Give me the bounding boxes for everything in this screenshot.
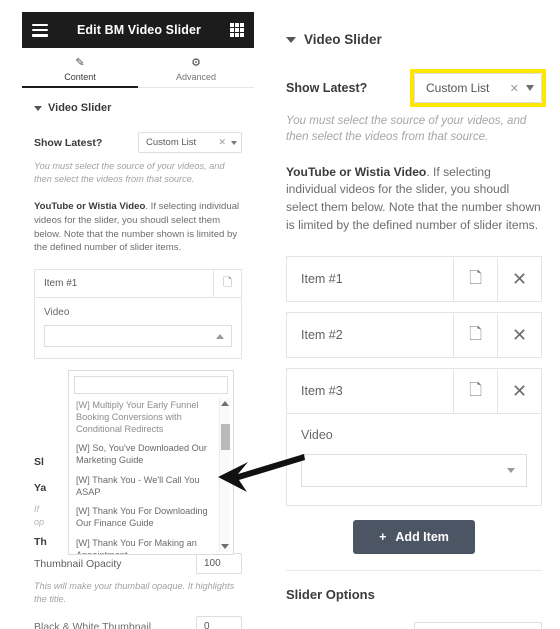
close-icon[interactable]: ✕ bbox=[497, 257, 541, 301]
list-item[interactable]: [W] Thank You For Downloading Our Financ… bbox=[74, 502, 233, 534]
right-item-header[interactable]: Item #1 🗋 ✕ bbox=[287, 257, 541, 301]
copy-icon[interactable]: 🗋 bbox=[453, 313, 497, 357]
editor-title: Edit BM Video Slider bbox=[76, 23, 201, 37]
clear-icon[interactable]: ✕ bbox=[510, 82, 519, 95]
scroll-down-icon[interactable] bbox=[221, 544, 229, 549]
left-video-dropdown: [W] Multiply Your Early Funnel Booking C… bbox=[68, 370, 234, 555]
scroll-up-icon[interactable] bbox=[221, 401, 229, 406]
right-show-latest-select[interactable]: Custom List ✕ bbox=[414, 73, 542, 103]
left-thumbnail-opacity-row: Thumbnail Opacity 100 bbox=[34, 553, 242, 574]
slider-options-title: Slider Options bbox=[286, 587, 375, 603]
add-item-row: + Add Item bbox=[286, 520, 542, 555]
right-video-label: Video bbox=[301, 428, 333, 443]
table-row: Item #1 🗋 ✕ bbox=[286, 256, 542, 303]
left-hidden-label-2: Ya bbox=[34, 482, 47, 494]
screenshot-root: Edit BM Video Slider ✎ Content ⚙ Advance… bbox=[0, 0, 560, 629]
dropdown-search-input[interactable] bbox=[74, 376, 228, 394]
right-section-title: Video Slider bbox=[304, 32, 382, 47]
right-item-body: Video bbox=[287, 413, 541, 505]
chevron-up-icon bbox=[216, 333, 224, 339]
left-hidden-label-4: op bbox=[34, 517, 45, 527]
hamburger-icon[interactable] bbox=[32, 23, 48, 37]
close-icon[interactable]: ✕ bbox=[497, 369, 541, 413]
yabber-style-select[interactable]: No Options Av ✕ bbox=[414, 622, 542, 629]
clear-icon[interactable]: ✕ bbox=[218, 137, 226, 148]
tab-advanced[interactable]: ⚙ Advanced bbox=[138, 48, 254, 87]
plus-icon: + bbox=[379, 530, 387, 545]
left-item-name: Item #1 bbox=[44, 278, 78, 290]
left-section-header[interactable]: Video Slider bbox=[34, 102, 242, 114]
copy-icon[interactable]: 🗋 bbox=[453, 369, 497, 413]
gear-icon: ⚙ bbox=[191, 56, 201, 69]
left-description-bold: YouTube or Wistia Video bbox=[34, 200, 146, 212]
pencil-icon: ✎ bbox=[75, 56, 85, 69]
chevron-down-icon bbox=[507, 468, 515, 474]
left-thumbnail-opacity-hint: This will make your thumbail opaque. It … bbox=[34, 581, 235, 605]
add-item-label: Add Item bbox=[395, 530, 449, 545]
left-show-latest-value: Custom List bbox=[146, 137, 197, 148]
left-bw-label: Black & White Thumbnail bbox=[34, 620, 152, 629]
yabber-style-row: Yabber Style No Options Av ✕ bbox=[286, 622, 542, 629]
left-panel-body: Video Slider Show Latest? Custom List ✕ … bbox=[22, 88, 254, 629]
right-show-latest-hint: You must select the source of your video… bbox=[286, 114, 527, 144]
chevron-down-icon bbox=[526, 85, 534, 91]
right-show-latest-highlight: Custom List ✕ bbox=[410, 69, 546, 107]
list-item[interactable]: [W] So, You've Downloaded Our Marketing … bbox=[74, 439, 233, 471]
list-item[interactable]: [W] Thank You For Making an Appointment bbox=[74, 534, 233, 554]
chevron-down-icon bbox=[286, 36, 296, 43]
list-item[interactable]: [W] Multiply Your Early Funnel Booking C… bbox=[74, 396, 233, 439]
close-icon[interactable]: ✕ bbox=[497, 313, 541, 357]
left-thumbnail-opacity-hint-wrap: This will make your thumbail opaque. It … bbox=[34, 580, 242, 607]
annotation-arrow bbox=[218, 454, 305, 492]
left-show-latest-label: Show Latest? bbox=[34, 136, 103, 149]
left-thumbnail-opacity-input[interactable]: 100 bbox=[196, 553, 242, 574]
left-show-latest-select[interactable]: Custom List ✕ bbox=[138, 132, 242, 153]
left-show-latest-hint: You must select the source of your video… bbox=[34, 161, 225, 185]
copy-icon[interactable]: 🗋 bbox=[213, 270, 241, 298]
left-bw-input[interactable]: 0 bbox=[196, 616, 242, 629]
right-video-select[interactable] bbox=[301, 454, 527, 488]
left-hidden-label-1: Sl bbox=[34, 456, 44, 468]
right-detail-panel: Video Slider Show Latest? Custom List ✕ … bbox=[282, 0, 560, 629]
right-show-latest-row: Show Latest? Custom List ✕ bbox=[286, 69, 546, 107]
left-video-label: Video bbox=[44, 307, 70, 319]
right-description-bold: YouTube or Wistia Video bbox=[286, 164, 427, 179]
right-item-header[interactable]: Item #3 🗋 ✕ bbox=[287, 369, 541, 413]
right-show-latest-label: Show Latest? bbox=[286, 81, 368, 95]
list-item[interactable]: [W] Thank You - We'll Call You ASAP bbox=[74, 471, 233, 503]
left-item-card: Item #1 🗋 Video bbox=[34, 269, 242, 360]
dropdown-option-list: [W] Multiply Your Early Funnel Booking C… bbox=[69, 396, 233, 554]
left-item-header[interactable]: Item #1 🗋 bbox=[35, 270, 241, 299]
copy-icon[interactable]: 🗋 bbox=[453, 257, 497, 301]
section-divider bbox=[286, 570, 542, 572]
left-show-latest-row: Show Latest? Custom List ✕ bbox=[34, 132, 242, 153]
grid-icon[interactable] bbox=[230, 23, 244, 37]
chevron-down-icon bbox=[231, 140, 237, 145]
editor-titlebar: Edit BM Video Slider bbox=[22, 12, 254, 48]
left-editor-panel: Edit BM Video Slider ✎ Content ⚙ Advance… bbox=[22, 12, 254, 629]
right-item-name: Item #1 bbox=[301, 272, 343, 287]
left-bw-row: Black & White Thumbnail 0 bbox=[34, 616, 242, 629]
scrollbar-thumb[interactable] bbox=[221, 424, 230, 450]
right-item-header[interactable]: Item #2 🗋 ✕ bbox=[287, 313, 541, 357]
left-description: YouTube or Wistia Video. If selecting in… bbox=[34, 200, 242, 256]
right-show-latest-value: Custom List bbox=[426, 81, 490, 95]
add-item-button[interactable]: + Add Item bbox=[353, 520, 475, 555]
right-item-name: Item #3 bbox=[301, 384, 343, 399]
left-thumbnail-opacity-label: Thumbnail Opacity bbox=[34, 557, 122, 570]
chevron-down-icon bbox=[34, 105, 42, 111]
tab-content[interactable]: ✎ Content bbox=[22, 48, 138, 88]
left-item-body: Video bbox=[35, 298, 241, 358]
left-section-title: Video Slider bbox=[48, 102, 112, 114]
tab-content-label: Content bbox=[64, 71, 96, 82]
table-row: Item #2 🗋 ✕ bbox=[286, 312, 542, 359]
left-video-select[interactable] bbox=[44, 325, 232, 348]
left-hidden-label-5: Th bbox=[34, 536, 47, 548]
table-row: Item #3 🗋 ✕ Video bbox=[286, 368, 542, 507]
right-section-header[interactable]: Video Slider bbox=[286, 32, 542, 47]
tab-advanced-label: Advanced bbox=[175, 71, 217, 82]
right-description: YouTube or Wistia Video. If selecting in… bbox=[286, 164, 542, 234]
editor-tabs: ✎ Content ⚙ Advanced bbox=[22, 48, 254, 88]
right-item-name: Item #2 bbox=[301, 328, 343, 343]
